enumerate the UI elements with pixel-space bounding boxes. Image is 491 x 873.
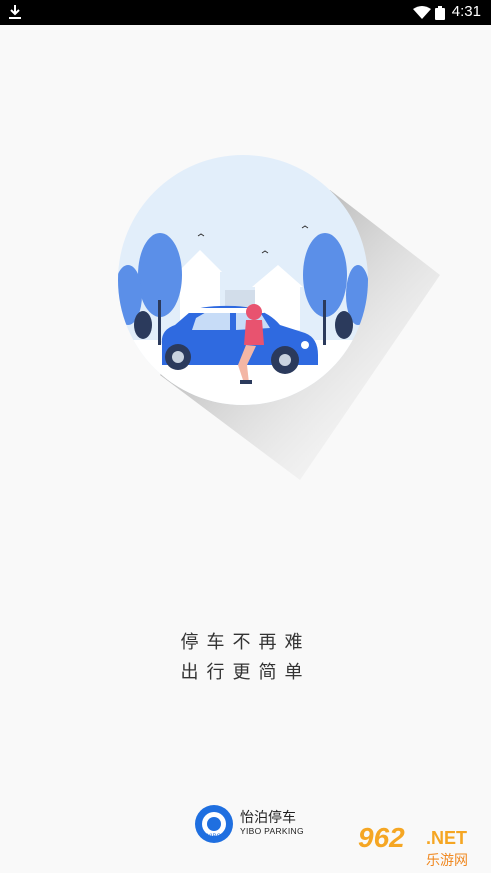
parking-car-illustration <box>118 155 440 480</box>
watermark: 962 .NET 乐游网 <box>352 822 487 870</box>
watermark-suffix: .NET <box>426 828 468 848</box>
brand-name: 怡泊停车 <box>240 810 296 826</box>
svg-text:YIBO: YIBO <box>207 834 222 840</box>
slogan-line-1: 停车不再难 <box>180 632 311 653</box>
watermark-number: 962 <box>358 822 405 853</box>
yibo-logo-icon: YIBO <box>195 805 233 843</box>
slogan-line-2: 出行更简单 <box>180 662 311 683</box>
brand-name-en: YIBO PARKING <box>240 826 304 836</box>
brand-lockup: YIBO 怡泊停车 YIBO PARKING <box>194 804 324 844</box>
watermark-cn: 乐游网 <box>426 853 468 869</box>
